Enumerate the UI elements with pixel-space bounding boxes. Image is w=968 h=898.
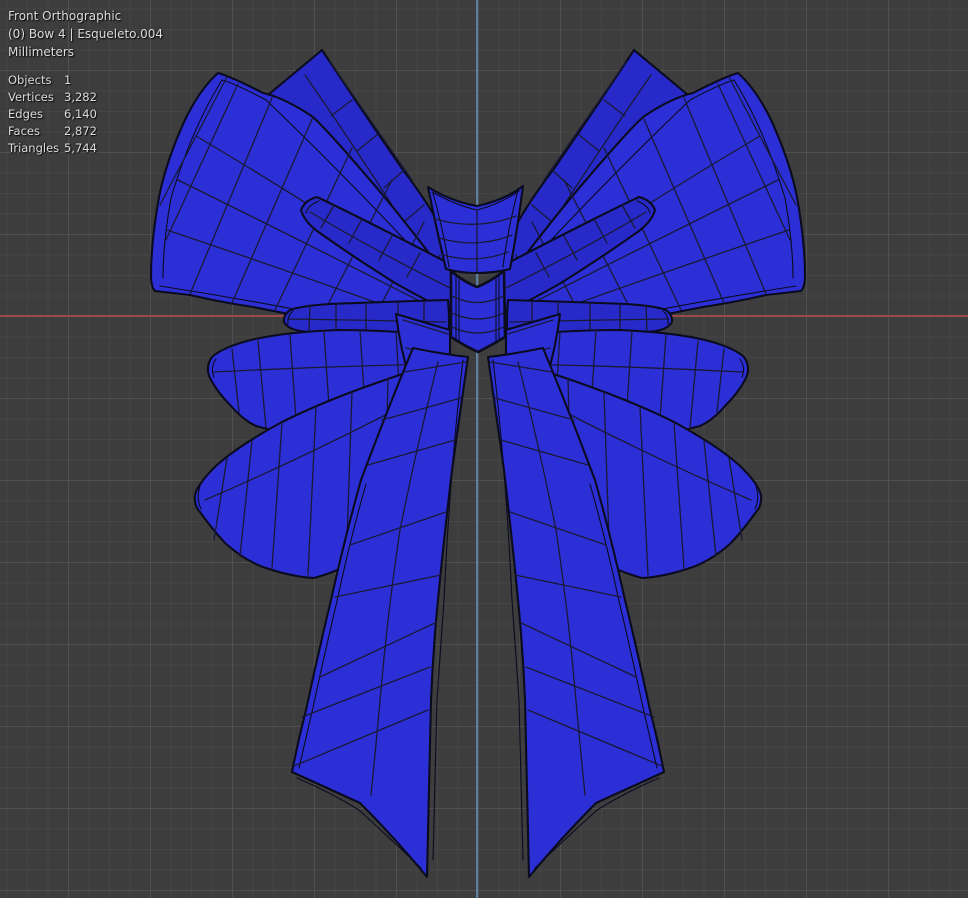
stat-label: Objects [8, 73, 52, 87]
stat-row-vertices: Vertices 3,282 [8, 89, 163, 106]
viewport-overlay-text: Front Orthographic (0) Bow 4 | Esqueleto… [8, 7, 163, 157]
bow-right-half [486, 48, 807, 879]
stat-row-triangles: Triangles 5,744 [8, 140, 163, 157]
stat-row-faces: Faces 2,872 [8, 123, 163, 140]
stat-value: 5,744 [64, 141, 97, 155]
stat-row-edges: Edges 6,140 [8, 106, 163, 123]
active-object-label: (0) Bow 4 | Esqueleto.004 [8, 27, 164, 41]
stat-label: Edges [8, 107, 43, 121]
stat-value: 2,872 [64, 124, 97, 138]
units-label: Millimeters [8, 45, 75, 59]
stat-row-objects: Objects 1 [8, 72, 163, 89]
stat-label: Faces [8, 124, 40, 138]
stat-label: Vertices [8, 90, 54, 104]
stat-value: 6,140 [64, 107, 97, 121]
scene-statistics: Objects 1 Vertices 3,282 Edges 6,140 Fac… [8, 72, 163, 157]
bow-left-half [149, 48, 470, 879]
stat-label: Triangles [8, 141, 60, 155]
3d-viewport[interactable]: Front Orthographic (0) Bow 4 | Esqueleto… [0, 0, 968, 898]
stat-value: 1 [64, 73, 72, 87]
view-label: Front Orthographic [8, 9, 122, 23]
stat-value: 3,282 [64, 90, 97, 104]
